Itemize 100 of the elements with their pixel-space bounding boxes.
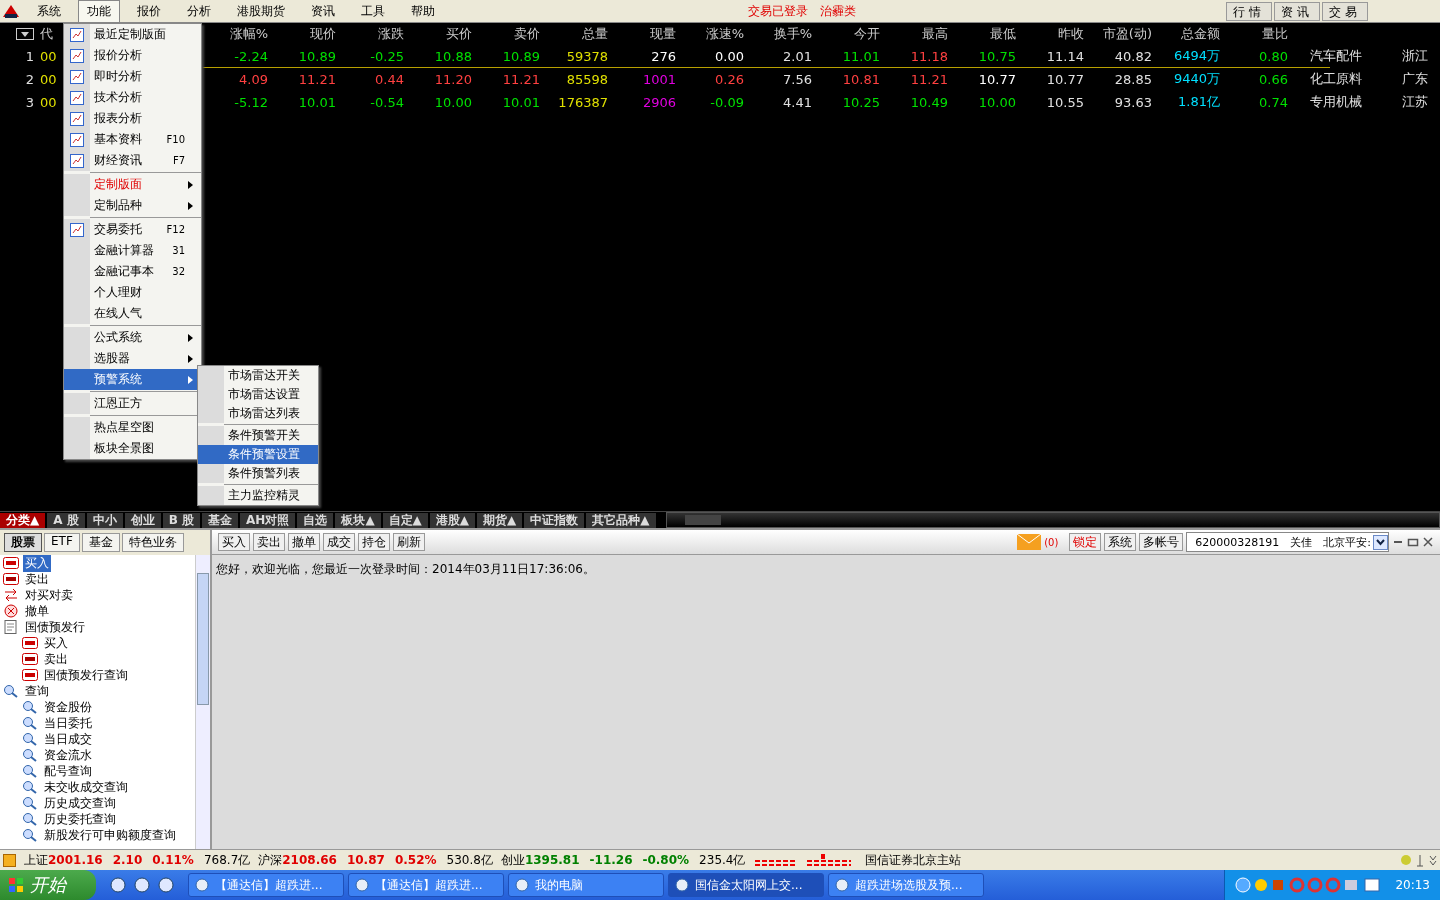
column-header[interactable]: 市盈(动) <box>1084 25 1152 43</box>
menu-option[interactable]: 热点星空图 <box>64 417 201 438</box>
scrollbar[interactable] <box>665 512 1440 529</box>
taskbar-button[interactable]: 我的电脑 <box>508 873 664 897</box>
taskbar-button[interactable]: 【通达信】超跌进... <box>188 873 344 897</box>
menu-option[interactable]: 条件预警开关 <box>198 426 318 445</box>
menu-option[interactable]: 技术分析 <box>64 87 201 108</box>
quick-launch-icon[interactable] <box>158 877 174 893</box>
column-header[interactable]: 涨速% <box>676 25 744 43</box>
account-select[interactable]: 620000328191 关佳 北京平安: <box>1186 532 1389 553</box>
column-header[interactable]: 现价 <box>268 25 336 43</box>
category-tab[interactable]: 其它品种▲ <box>586 512 656 528</box>
category-tab[interactable]: 板块▲ <box>335 512 381 528</box>
tree-item[interactable]: 国债预发行 <box>23 618 87 636</box>
category-tab[interactable]: 自选 <box>297 512 334 528</box>
category-tab[interactable]: A 股 <box>47 512 85 528</box>
category-tab[interactable]: 分类▲ <box>0 512 46 528</box>
menu-item[interactable]: 分析 <box>178 0 220 23</box>
view-tab[interactable]: 交易 <box>1322 1 1368 21</box>
category-tab[interactable]: B 股 <box>162 512 201 528</box>
tree-item[interactable]: 国债预发行查询 <box>42 666 130 684</box>
menu-item[interactable]: 港股期货 <box>228 0 294 23</box>
toolbar-button[interactable]: 成交 <box>323 533 355 552</box>
tree-item[interactable]: 买入 <box>23 555 51 572</box>
tree-item[interactable]: 配号查询 <box>42 762 94 780</box>
menu-option[interactable]: 在线人气 <box>64 303 201 324</box>
tree-item[interactable]: 历史委托查询 <box>42 810 118 828</box>
tree-item[interactable]: 历史成交查询 <box>42 794 118 812</box>
taskbar-button[interactable]: 【通达信】超跌进... <box>348 873 504 897</box>
column-header[interactable]: 代 <box>40 25 62 43</box>
category-tab[interactable]: 自定▲ <box>382 512 428 528</box>
menu-option[interactable]: 板块全景图 <box>64 438 201 459</box>
column-header[interactable]: 量比 <box>1220 25 1288 43</box>
menu-option[interactable]: 个人理财 <box>64 282 201 303</box>
menu-option[interactable]: 条件预警列表 <box>198 464 318 483</box>
toolbar-button[interactable]: 锁定 <box>1069 533 1102 552</box>
tree-item[interactable]: 对买对卖 <box>23 586 75 604</box>
menu-option[interactable]: 交易委托 F12 <box>64 219 201 240</box>
dropdown-icon[interactable] <box>1373 534 1388 550</box>
menu-option[interactable]: 金融计算器 31 <box>64 240 201 261</box>
close-icon[interactable] <box>1422 536 1434 549</box>
column-header[interactable]: 换手% <box>744 25 812 43</box>
index-quote[interactable]: 创业1395.81 -11.26 -0.80% 235.4亿 <box>500 851 746 869</box>
category-tab[interactable]: 期货▲ <box>477 512 523 528</box>
menu-item[interactable]: 资讯 <box>302 0 344 23</box>
quick-launch-icon[interactable] <box>110 877 126 893</box>
tree-item[interactable]: 当日委托 <box>42 714 94 732</box>
category-tab[interactable]: AH对照 <box>240 512 296 528</box>
menu-option[interactable]: 江恩正方 <box>64 393 201 414</box>
column-header[interactable]: 今开 <box>812 25 880 43</box>
tree-item[interactable]: 卖出 <box>42 650 70 668</box>
category-tab[interactable]: 创业 <box>124 512 161 528</box>
index-quote[interactable]: 上证2001.16 2.10 0.11% 768.7亿 <box>24 851 251 869</box>
category-tab[interactable]: 港股▲ <box>429 512 476 528</box>
toolbar-button[interactable]: 系统 <box>1104 533 1137 552</box>
menu-option[interactable]: 报表分析 <box>64 108 201 129</box>
menu-option[interactable]: 即时分析 <box>64 66 201 87</box>
column-header[interactable]: 现量 <box>608 25 676 43</box>
tree-item[interactable]: 查询 <box>23 682 51 700</box>
menu-option[interactable]: 市场雷达开关 <box>198 366 318 385</box>
panel-tab[interactable]: 股票 <box>4 533 42 553</box>
toolbar-button[interactable]: 卖出 <box>253 533 285 552</box>
column-header[interactable]: 最低 <box>948 25 1016 43</box>
panel-tab[interactable]: 基金 <box>81 533 120 553</box>
menu-item[interactable]: 系统 <box>28 0 70 23</box>
category-tab[interactable]: 中证指数 <box>524 512 585 528</box>
index-quote[interactable]: 沪深2108.66 10.87 0.52% 530.8亿 <box>258 851 493 869</box>
menu-item[interactable]: 帮助 <box>402 0 444 23</box>
menu-item[interactable]: 报价 <box>128 0 170 23</box>
menu-option[interactable]: 定制品种 <box>64 195 201 216</box>
menu-option[interactable]: 选股器 <box>64 348 201 369</box>
tree-item[interactable]: 当日成交 <box>42 730 94 748</box>
toolbar-button[interactable]: 持仓 <box>358 533 390 552</box>
column-header[interactable]: 最高 <box>880 25 948 43</box>
tree-item[interactable]: 买入 <box>42 634 70 652</box>
tree-item[interactable]: 新股发行可申购额度查询 <box>42 826 178 844</box>
column-header[interactable]: 涨跌 <box>336 25 404 43</box>
category-tab[interactable]: 基金 <box>202 512 239 528</box>
menu-option[interactable]: 市场雷达设置 <box>198 385 318 404</box>
menu-option[interactable]: 财经资讯 F7 <box>64 150 201 171</box>
tree-item[interactable]: 未交收成交查询 <box>42 778 130 796</box>
tree-item[interactable]: 资金流水 <box>42 746 94 764</box>
menu-option[interactable]: 定制版面 <box>64 174 201 195</box>
view-tab[interactable]: 行情 <box>1226 1 1272 21</box>
column-header[interactable]: 总金额 <box>1152 25 1220 43</box>
panel-tab[interactable]: ETF <box>44 533 80 553</box>
toolbar-button[interactable]: 撤单 <box>288 533 320 552</box>
quick-launch-icon[interactable] <box>134 877 150 893</box>
taskbar-button[interactable]: 国信金太阳网上交... <box>668 873 824 897</box>
column-header[interactable]: 昨收 <box>1016 25 1084 43</box>
column-header[interactable]: 总量 <box>540 25 608 43</box>
menu-option[interactable]: 最近定制版面 <box>64 24 201 45</box>
view-tab[interactable]: 资讯 <box>1274 1 1320 21</box>
panel-tab[interactable]: 特色业务 <box>121 533 184 553</box>
menu-option[interactable]: 公式系统 <box>64 327 201 348</box>
column-header[interactable]: 卖价 <box>472 25 540 43</box>
menu-item[interactable]: 工具 <box>352 0 394 23</box>
toolbar-button[interactable]: 多帐号 <box>1139 533 1184 552</box>
start-button[interactable]: 开始 <box>0 870 96 900</box>
menu-option[interactable]: 报价分析 <box>64 45 201 66</box>
